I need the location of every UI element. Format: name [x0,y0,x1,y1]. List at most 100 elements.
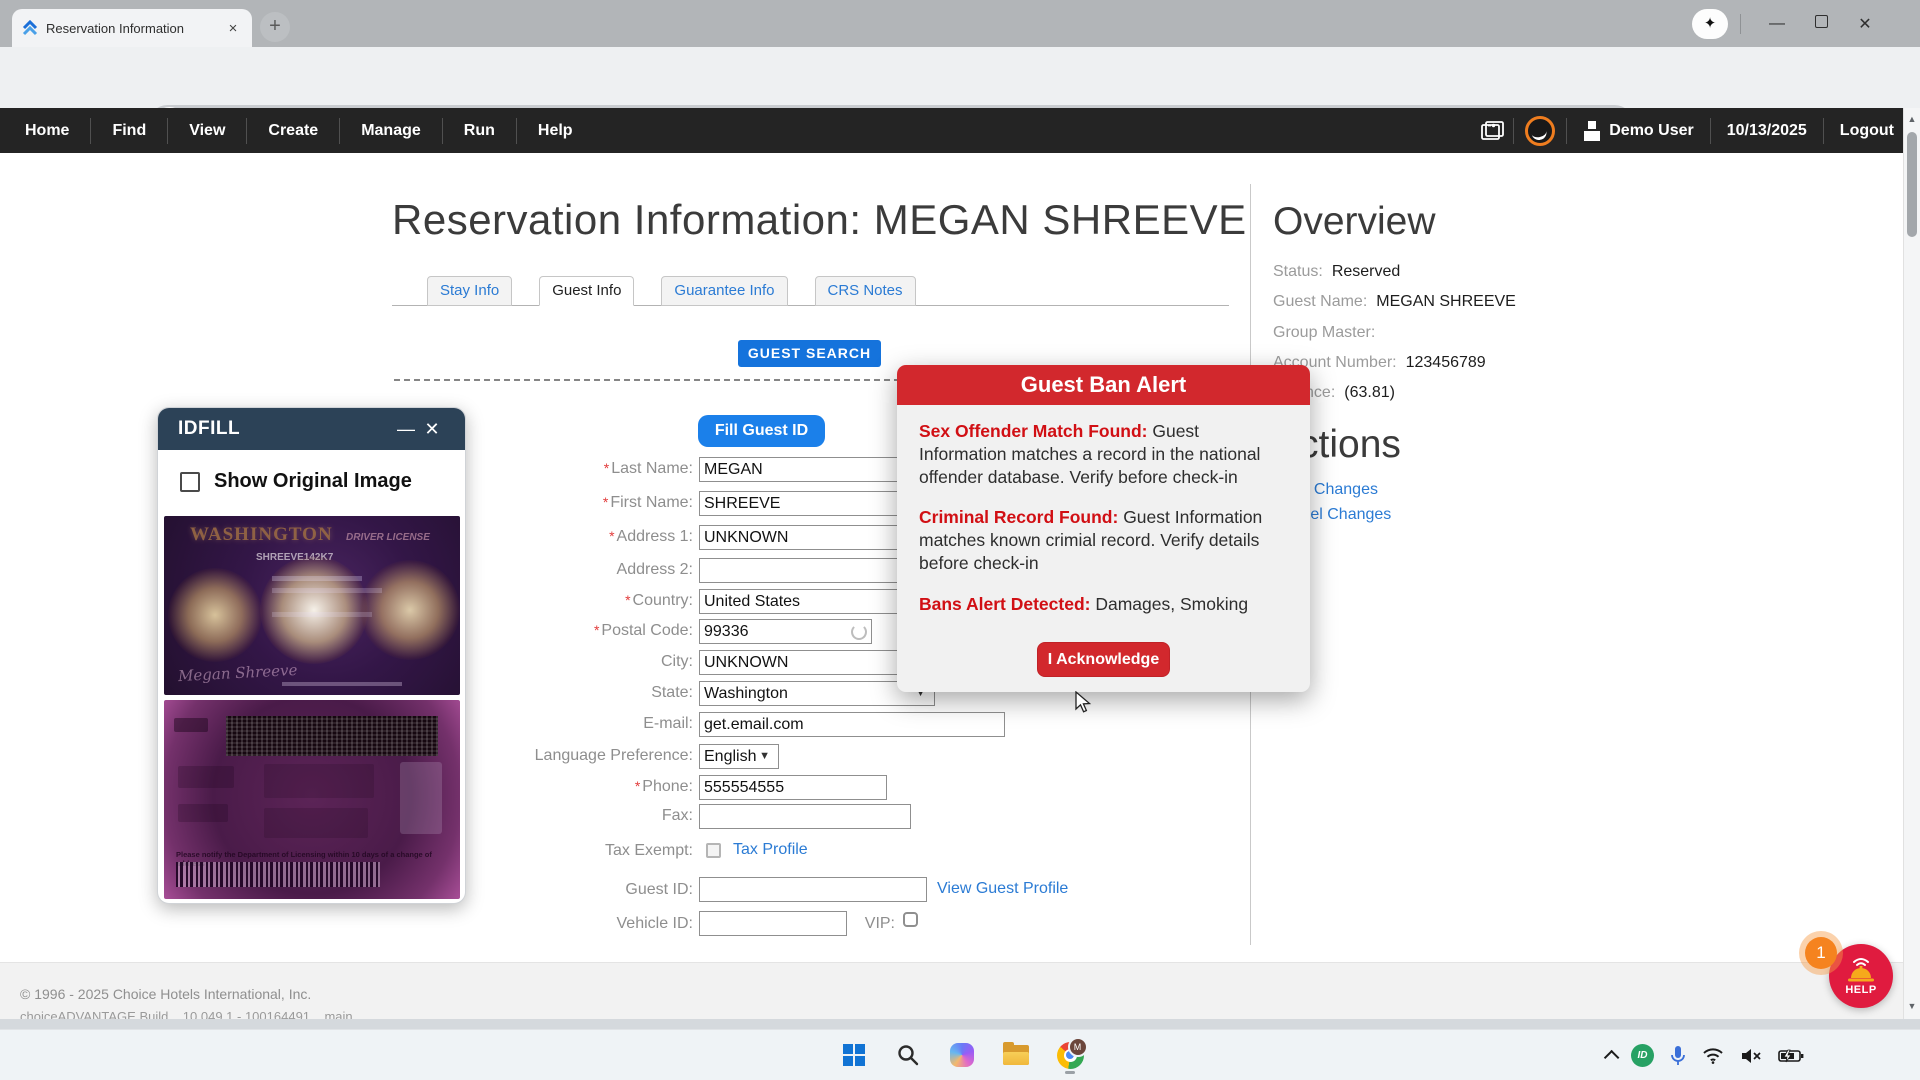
modal-title: Guest Ban Alert [897,365,1310,405]
business-date: 10/13/2025 [1711,108,1823,153]
overview-group-master-row: Group Master: [1273,324,1384,342]
tray-id-icon[interactable]: ID [1631,1044,1654,1067]
idfill-panel: IDFILL — ✕ Show Original Image WASHINGTO… [157,407,466,904]
copilot-icon [950,1043,974,1067]
tab-guest-info[interactable]: Guest Info [539,276,634,306]
browser-toolbar: ← → ↻ ☆ ID [0,47,1920,108]
scroll-down-icon[interactable]: ▼ [1904,1001,1920,1011]
postal-code-input[interactable] [699,619,872,644]
screen: Reservation Information × + ✦ — ✕ ← → ↻ [0,0,1920,1080]
help-widget[interactable]: HELP [1829,944,1893,1008]
hologram-seal [168,568,262,662]
help-notification-badge: 1 [1805,937,1837,969]
user-menu[interactable]: Demo User [1567,108,1709,153]
window-maximize-icon[interactable] [1799,15,1843,33]
alert-criminal-record: Criminal Record Found: Guest Information… [919,506,1288,575]
idfill-title: IDFILL [178,418,393,440]
license-1d-barcode [176,862,380,887]
view-guest-profile-link[interactable]: View Guest Profile [937,880,1068,898]
speaker-muted-icon[interactable] [1740,1047,1762,1065]
help-label: HELP [1845,984,1876,996]
alert-bans: Bans Alert Detected: Damages, Smoking [919,593,1288,616]
license-state-text: WASHINGTON [190,524,333,546]
vip-checkbox[interactable] [903,912,918,927]
tab-close-icon[interactable]: × [224,20,242,37]
user-label: Demo User [1609,108,1693,153]
service-bell-icon [1844,956,1878,986]
tab-stay-info[interactable]: Stay Info [427,276,512,306]
system-tray: ID [1596,1030,1812,1080]
nav-menu: Home Find View Create Manage Run Help [0,108,594,153]
browser-tab[interactable]: Reservation Information × [12,9,252,47]
chrome-icon: M [1057,1042,1084,1069]
vehicle-id-label: Vehicle ID: [380,915,693,933]
show-original-checkbox[interactable] [180,472,200,492]
fill-guest-id-button[interactable]: Fill Guest ID [698,415,825,447]
wifi-icon[interactable] [1702,1047,1724,1065]
license-front-image: WASHINGTON DRIVER LICENSE SHREEVE142K7 M… [164,516,460,695]
page-scrollbar[interactable]: ▲ ▼ [1903,108,1920,1019]
start-button[interactable] [834,1035,874,1075]
fax-input[interactable] [699,804,911,829]
chevron-down-icon: ▼ [759,745,770,768]
copilot-button[interactable] [942,1035,982,1075]
mouse-cursor [1075,691,1095,720]
tab-guarantee-info[interactable]: Guarantee Info [661,276,787,306]
chrome-taskbar-button[interactable]: M [1050,1035,1090,1075]
new-tab-icon[interactable]: + [260,12,290,42]
phone-input[interactable] [699,775,887,800]
nav-item-run[interactable]: Run [443,108,516,153]
license-signature: Megan Shreeve [178,661,298,685]
postal-loading-spinner-icon [851,624,867,640]
idfill-minimize-icon[interactable]: — [393,419,419,440]
language-select[interactable]: English▼ [699,744,779,769]
license-2d-barcode [226,716,438,756]
email-input[interactable] [699,712,1005,737]
taskbar-search[interactable] [888,1035,928,1075]
windows-taskbar: M ID [0,1029,1920,1080]
file-explorer-button[interactable] [996,1035,1036,1075]
scrollbar-thumb[interactable] [1907,132,1917,237]
nav-item-help[interactable]: Help [517,108,594,153]
tab-crs-notes[interactable]: CRS Notes [815,276,916,306]
window-controls: — ✕ [1755,0,1887,47]
search-icon [896,1043,920,1067]
logout-link[interactable]: Logout [1824,108,1910,153]
tax-profile-link[interactable]: Tax Profile [733,841,808,859]
nav-item-create[interactable]: Create [247,108,339,153]
overview-heading: Overview [1273,200,1436,244]
tab-title: Reservation Information [46,21,224,36]
acknowledge-button[interactable]: I Acknowledge [1037,642,1170,677]
folder-icon [1003,1045,1029,1065]
guest-search-button[interactable]: GUEST SEARCH [738,340,881,367]
guest-ban-alert-modal: Guest Ban Alert Sex Offender Match Found… [897,365,1310,692]
nav-item-home[interactable]: Home [4,108,90,153]
guest-id-input[interactable] [699,877,927,902]
show-original-row: Show Original Image [180,470,412,493]
battery-icon[interactable] [1778,1049,1804,1063]
tray-chevron-up-icon[interactable] [1604,1050,1615,1061]
license-ghost-photo [400,762,442,834]
chrome-profile-badge: M [1068,1037,1088,1057]
nav-item-find[interactable]: Find [91,108,167,153]
windows-logo-icon [843,1044,865,1066]
idfill-header[interactable]: IDFILL — ✕ [158,408,465,450]
browser-sparkle-icon[interactable]: ✦ [1692,9,1728,39]
scroll-up-icon[interactable]: ▲ [1904,114,1920,124]
choice-favicon [22,20,38,36]
idfill-close-icon[interactable]: ✕ [419,419,445,440]
license-doctype-text: DRIVER LICENSE [346,532,430,543]
nav-item-view[interactable]: View [168,108,246,153]
windows-panel-icon[interactable] [1473,120,1513,142]
nav-item-manage[interactable]: Manage [340,108,442,153]
copyright-text: © 1996 - 2025 Choice Hotels Internationa… [20,986,311,1002]
page-title: Reservation Information: MEGAN SHREEVE [392,196,1229,244]
microphone-icon[interactable] [1670,1045,1686,1067]
reservation-tabs: Stay Info Guest Info Guarantee Info CRS … [427,276,916,306]
window-minimize-icon[interactable]: — [1755,15,1799,33]
tax-exempt-checkbox[interactable] [706,843,721,858]
divider [1740,14,1741,34]
window-close-icon[interactable]: ✕ [1843,14,1887,34]
user-icon [1583,121,1601,141]
choice-hotels-logo[interactable] [1514,116,1566,146]
